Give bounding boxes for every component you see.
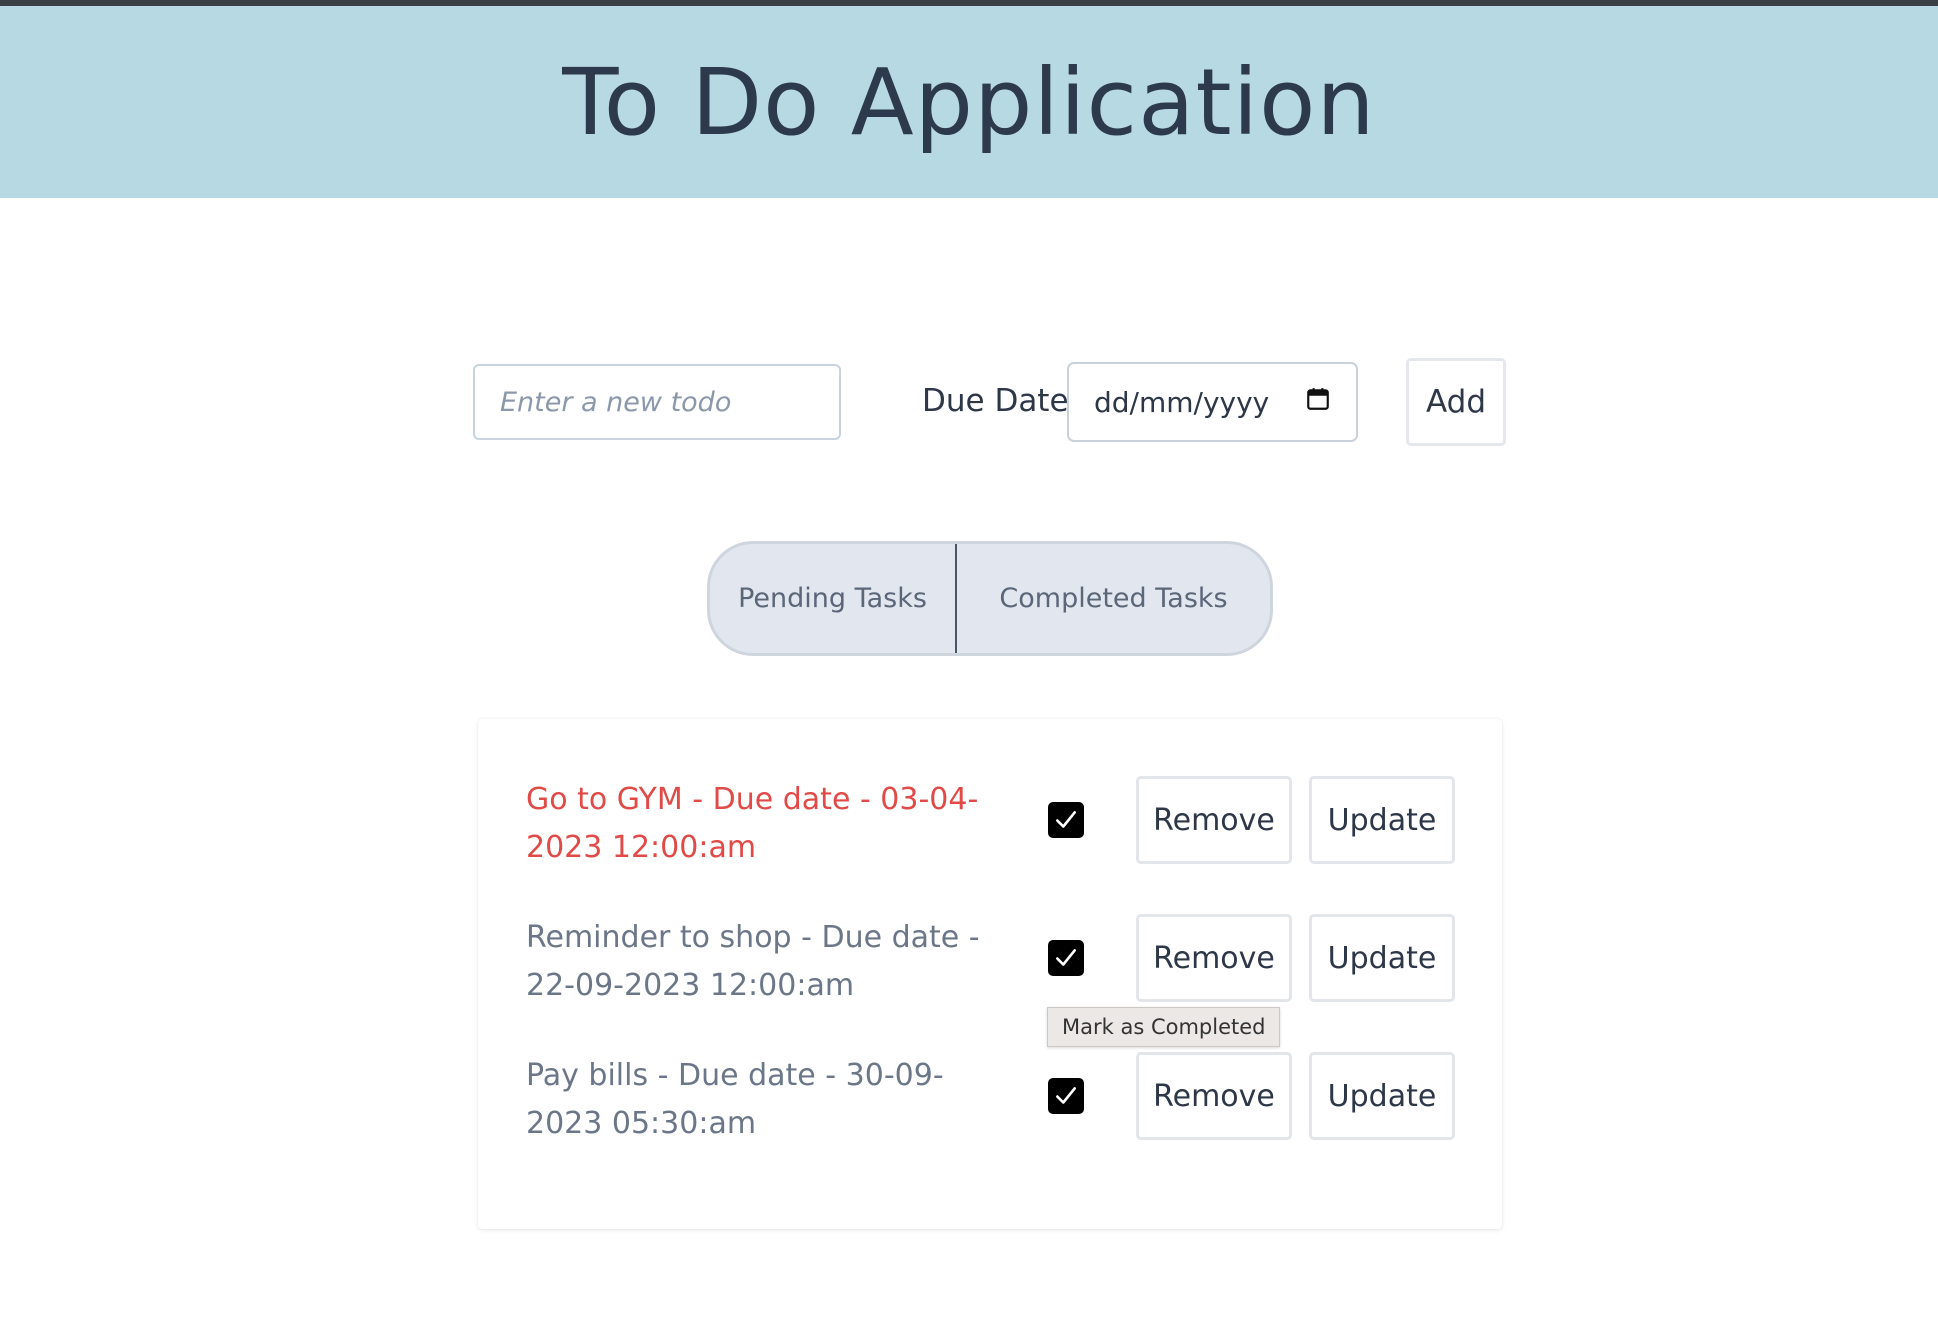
task-list-card: Go to GYM - Due date - 03-04-2023 12:00:… [478, 719, 1502, 1229]
task-text: Reminder to shop - Due date - 22-09-2023… [526, 920, 980, 1003]
due-date-field[interactable]: dd/mm/yyyy [1067, 362, 1358, 442]
remove-button[interactable]: Remove [1136, 914, 1292, 1002]
update-button[interactable]: Update [1309, 1052, 1455, 1140]
checkmark-icon [1056, 1087, 1076, 1104]
remove-button[interactable]: Remove [1136, 776, 1292, 864]
task-text: Pay bills - Due date - 30-09-2023 05:30:… [526, 1058, 944, 1141]
task-row: Pay bills - Due date - 30-09-2023 05:30:… [478, 1052, 1502, 1162]
tab-pending-tasks[interactable]: Pending Tasks [710, 544, 957, 653]
tab-completed-tasks[interactable]: Completed Tasks [957, 544, 1270, 653]
mark-completed-checkbox[interactable] [1048, 940, 1084, 976]
task-filter-tabs: Pending Tasks Completed Tasks [707, 541, 1273, 656]
page-title: To Do Application [562, 48, 1376, 156]
remove-button[interactable]: Remove [1136, 1052, 1292, 1140]
due-date-label: Due Date [922, 383, 1069, 419]
mark-completed-checkbox[interactable] [1048, 802, 1084, 838]
due-date-placeholder: dd/mm/yyyy [1094, 385, 1270, 419]
mark-completed-tooltip: Mark as Completed [1047, 1007, 1281, 1047]
update-button[interactable]: Update [1309, 914, 1455, 1002]
add-button[interactable]: Add [1406, 358, 1506, 446]
new-todo-input[interactable] [473, 364, 841, 440]
task-row: Reminder to shop - Due date - 22-09-2023… [478, 914, 1502, 1024]
app-header: To Do Application [0, 6, 1938, 198]
calendar-icon[interactable] [1305, 386, 1331, 419]
task-row: Go to GYM - Due date - 03-04-2023 12:00:… [478, 776, 1502, 886]
update-button[interactable]: Update [1309, 776, 1455, 864]
mark-completed-checkbox[interactable] [1048, 1078, 1084, 1114]
task-text: Go to GYM - Due date - 03-04-2023 12:00:… [526, 782, 979, 865]
checkmark-icon [1056, 811, 1076, 828]
checkmark-icon [1056, 949, 1076, 966]
